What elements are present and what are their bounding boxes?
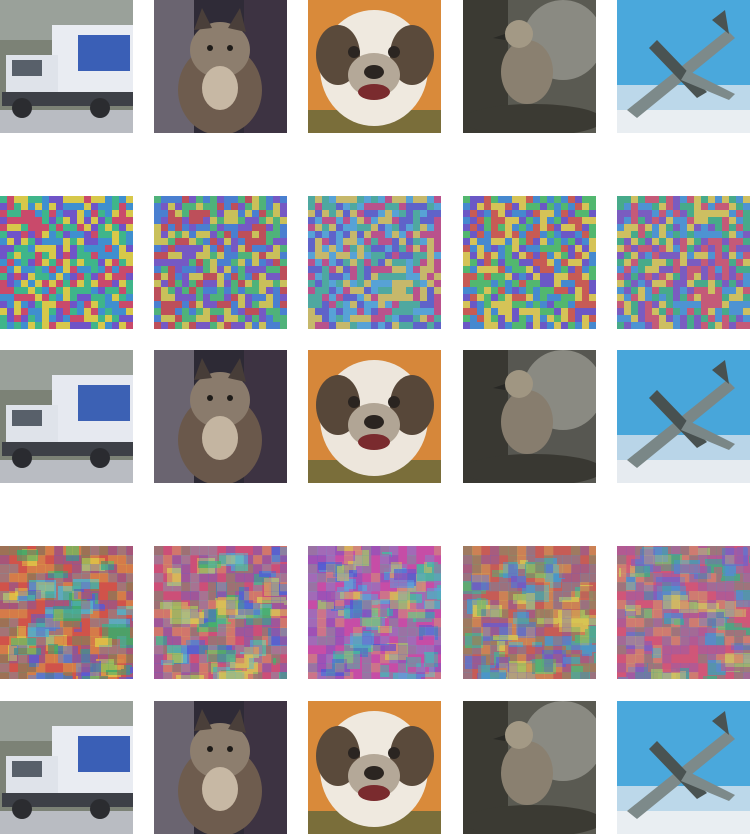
perturbation-image-perturbation <box>154 546 287 679</box>
dog-image <box>308 350 441 483</box>
noise-image-noise <box>617 196 750 329</box>
perturbation-image <box>463 546 596 679</box>
truck-image <box>0 0 133 133</box>
noise-image <box>0 196 133 329</box>
noise-image-noise <box>0 196 133 329</box>
original-image-truck <box>0 0 133 133</box>
adversarial-image-bird <box>463 701 596 834</box>
original-image-bird <box>463 0 596 133</box>
bird-image <box>463 0 596 133</box>
noise-image-noise <box>308 196 441 329</box>
reconstruction-image-truck <box>0 350 133 483</box>
reconstruction-image-bird <box>463 350 596 483</box>
noise-image <box>617 196 750 329</box>
perturbation-image <box>617 546 750 679</box>
cat-image <box>154 350 287 483</box>
adversarial-image-airplane <box>617 701 750 834</box>
airplane-image <box>617 350 750 483</box>
adversarial-image-cat <box>154 701 287 834</box>
dog-image <box>308 701 441 834</box>
reconstruction-image-dog <box>308 350 441 483</box>
cat-image <box>154 701 287 834</box>
dog-image <box>308 0 441 133</box>
airplane-image <box>617 0 750 133</box>
noise-image-noise <box>154 196 287 329</box>
image-grid <box>0 0 750 834</box>
truck-image <box>0 701 133 834</box>
perturbation-image <box>154 546 287 679</box>
airplane-image <box>617 701 750 834</box>
reconstruction-image-airplane <box>617 350 750 483</box>
cat-image <box>154 0 287 133</box>
perturbation-image <box>0 546 133 679</box>
perturbation-image-perturbation <box>617 546 750 679</box>
adversarial-image-truck <box>0 701 133 834</box>
truck-image <box>0 350 133 483</box>
noise-image-noise <box>463 196 596 329</box>
original-image-cat <box>154 0 287 133</box>
perturbation-image-perturbation <box>0 546 133 679</box>
original-image-dog <box>308 0 441 133</box>
adversarial-image-dog <box>308 701 441 834</box>
perturbation-image-perturbation <box>463 546 596 679</box>
original-image-airplane <box>617 0 750 133</box>
noise-image <box>463 196 596 329</box>
perturbation-image <box>308 546 441 679</box>
bird-image <box>463 350 596 483</box>
noise-image <box>308 196 441 329</box>
perturbation-image-perturbation <box>308 546 441 679</box>
bird-image <box>463 701 596 834</box>
reconstruction-image-cat <box>154 350 287 483</box>
noise-image <box>154 196 287 329</box>
